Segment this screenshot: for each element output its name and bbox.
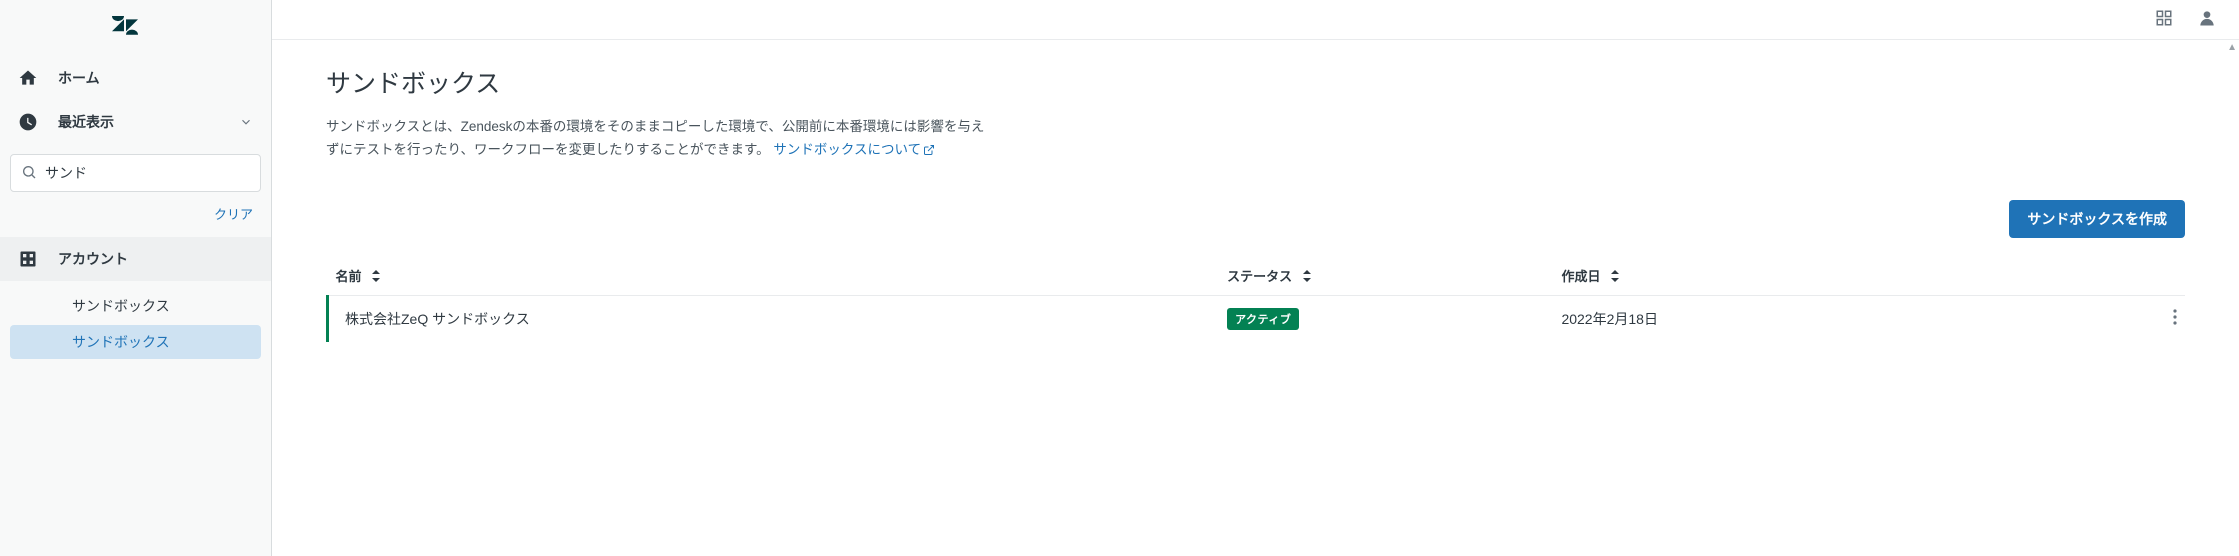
toolbar: サンドボックスを作成: [326, 200, 2185, 238]
clear-link[interactable]: クリア: [214, 207, 253, 222]
learn-more-link[interactable]: サンドボックスについて: [773, 142, 935, 157]
search-wrap: [0, 144, 271, 198]
sort-icon: [1302, 270, 1312, 285]
section-account-label: アカウント: [58, 249, 128, 269]
logo-area: [0, 0, 271, 56]
col-header-name[interactable]: 名前: [328, 256, 1220, 296]
nav-recent[interactable]: 最近表示: [0, 100, 271, 144]
external-link-icon: [923, 141, 935, 164]
sandbox-table: 名前 ステータス 作成日 株式会社ZeQ サンドボックス: [326, 256, 2185, 342]
clock-icon: [18, 112, 38, 132]
sub-items: サンドボックス サンドボックス: [0, 281, 271, 361]
row-name-cell: 株式会社ZeQ サンドボックス: [328, 295, 1220, 342]
sort-icon: [1610, 270, 1620, 285]
col-name-label: 名前: [336, 269, 362, 284]
main-content: サンドボックス サンドボックスとは、Zendeskの本番の環境をそのままコピーし…: [272, 0, 2239, 556]
search-input[interactable]: [45, 165, 250, 181]
nav-recent-label: 最近表示: [58, 112, 239, 132]
row-menu-cell: [1888, 295, 2185, 342]
topbar: [272, 0, 2239, 40]
nav-home-label: ホーム: [58, 68, 253, 88]
col-header-created[interactable]: 作成日: [1553, 256, 1887, 296]
apps-icon[interactable]: [2155, 9, 2173, 30]
page-title: サンドボックス: [326, 64, 2185, 100]
row-date-cell: 2022年2月18日: [1553, 295, 1887, 342]
home-icon: [18, 68, 38, 88]
chevron-down-icon: [239, 115, 253, 129]
search-box[interactable]: [10, 154, 261, 192]
status-badge: アクティブ: [1227, 308, 1299, 330]
section-account[interactable]: アカウント: [0, 237, 271, 281]
sort-icon: [371, 270, 381, 285]
page-description: サンドボックスとは、Zendeskの本番の環境をそのままコピーした環境で、公開前…: [326, 116, 986, 164]
sub-item-sandbox-1[interactable]: サンドボックス: [10, 289, 261, 323]
zendesk-logo-icon: [112, 16, 138, 41]
account-icon: [18, 249, 38, 269]
clear-row: クリア: [0, 198, 271, 233]
sub-item-sandbox-2[interactable]: サンドボックス: [10, 325, 261, 359]
col-header-menu: [1888, 256, 2185, 296]
learn-more-text: サンドボックスについて: [773, 142, 921, 157]
kebab-menu-icon[interactable]: [2173, 312, 2177, 328]
row-status-cell: アクティブ: [1219, 295, 1553, 342]
nav-home[interactable]: ホーム: [0, 56, 271, 100]
col-header-status[interactable]: ステータス: [1219, 256, 1553, 296]
table-row[interactable]: 株式会社ZeQ サンドボックス アクティブ 2022年2月18日: [328, 295, 2186, 342]
col-created-label: 作成日: [1561, 269, 1600, 284]
search-icon: [21, 164, 37, 183]
user-icon[interactable]: [2197, 8, 2217, 31]
col-status-label: ステータス: [1227, 269, 1292, 284]
sidebar: ホーム 最近表示 クリア アカウント: [0, 0, 272, 556]
create-sandbox-button[interactable]: サンドボックスを作成: [2009, 200, 2185, 238]
scrollbar-up-icon[interactable]: ▲: [2227, 42, 2237, 53]
